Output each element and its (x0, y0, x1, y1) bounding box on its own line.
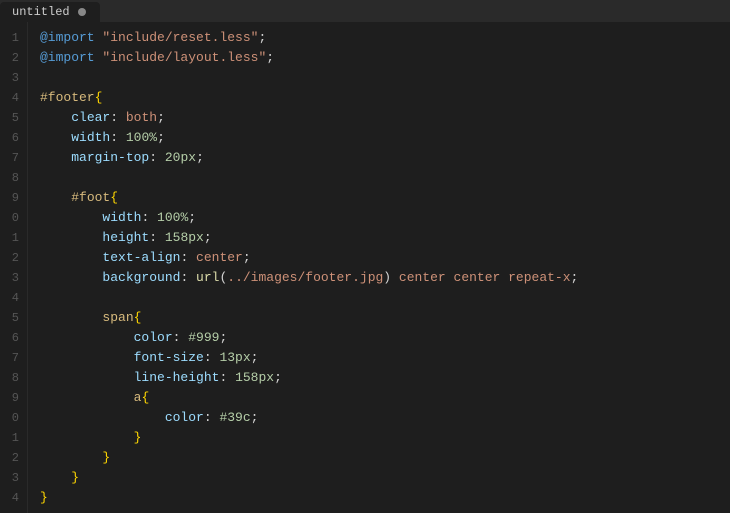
tab-bar: untitled (0, 0, 730, 22)
line-number: 3 (4, 468, 19, 488)
code-line: width: 100%; (40, 208, 730, 228)
line-number: 4 (4, 488, 19, 508)
code-line: span{ (40, 308, 730, 328)
editor-container: 123456789012345678901234 @import "includ… (0, 22, 730, 513)
code-line: } (40, 468, 730, 488)
code-line: line-height: 158px; (40, 368, 730, 388)
code-line: margin-top: 20px; (40, 148, 730, 168)
line-number: 2 (4, 248, 19, 268)
code-line: a{ (40, 388, 730, 408)
line-number: 9 (4, 388, 19, 408)
code-line: } (40, 428, 730, 448)
code-line: height: 158px; (40, 228, 730, 248)
code-line: color: #39c; (40, 408, 730, 428)
tab-dot (78, 8, 86, 16)
line-number: 7 (4, 148, 19, 168)
line-number: 5 (4, 308, 19, 328)
line-number: 8 (4, 368, 19, 388)
line-number: 6 (4, 128, 19, 148)
code-line: } (40, 488, 730, 508)
code-line: font-size: 13px; (40, 348, 730, 368)
code-line: width: 100%; (40, 128, 730, 148)
code-line: text-align: center; (40, 248, 730, 268)
line-number: 4 (4, 88, 19, 108)
code-line: } (40, 448, 730, 468)
line-number: 1 (4, 428, 19, 448)
code-line: #footer{ (40, 88, 730, 108)
line-number: 2 (4, 448, 19, 468)
line-number: 0 (4, 208, 19, 228)
code-line (40, 168, 730, 188)
line-number: 6 (4, 328, 19, 348)
code-line: clear: both; (40, 108, 730, 128)
line-number: 7 (4, 348, 19, 368)
code-line (40, 288, 730, 308)
line-number: 5 (4, 108, 19, 128)
code-line: @import "include/reset.less"; (40, 28, 730, 48)
line-number: 3 (4, 68, 19, 88)
code-line: @import "include/layout.less"; (40, 48, 730, 68)
code-line: background: url(../images/footer.jpg) ce… (40, 268, 730, 288)
code-content[interactable]: @import "include/reset.less";@import "in… (28, 22, 730, 513)
line-number: 1 (4, 28, 19, 48)
tab-untitled[interactable]: untitled (0, 2, 100, 22)
line-number: 3 (4, 268, 19, 288)
line-number: 0 (4, 408, 19, 428)
line-number: 4 (4, 288, 19, 308)
code-line (40, 68, 730, 88)
line-number: 1 (4, 228, 19, 248)
code-line: #foot{ (40, 188, 730, 208)
line-number: 8 (4, 168, 19, 188)
tab-title: untitled (12, 5, 70, 19)
line-number: 2 (4, 48, 19, 68)
line-numbers: 123456789012345678901234 (0, 22, 28, 513)
code-line: color: #999; (40, 328, 730, 348)
line-number: 9 (4, 188, 19, 208)
